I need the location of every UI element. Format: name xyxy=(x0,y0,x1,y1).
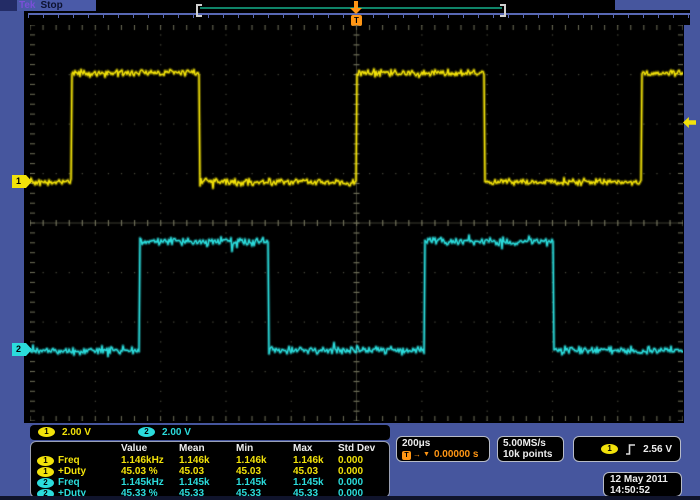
measurement-row-name: 1 +Duty xyxy=(33,466,121,477)
measurement-mean: 1.146k xyxy=(179,455,236,466)
bottom-edge xyxy=(0,496,700,500)
channel1-scale: 2.00 V xyxy=(62,427,91,438)
acquisition-status: Stop xyxy=(41,0,63,11)
rising-edge-slope-icon xyxy=(625,443,636,456)
acquisition-readout: 5.00MS/s 10k points xyxy=(497,436,564,462)
status-bar: Tek Stop xyxy=(17,0,96,11)
column-header-min: Min xyxy=(236,443,293,455)
measurement-row-name: 2 Freq xyxy=(33,477,121,488)
record-length: 10k points xyxy=(503,449,563,460)
measurement-value: 45.03 % xyxy=(121,466,179,477)
column-header-mean: Mean xyxy=(179,443,236,455)
measurement-value: 1.146kHz xyxy=(121,455,179,466)
column-header-stddev: Std Dev xyxy=(338,443,391,455)
measurement-stddev: 0.000 xyxy=(338,455,391,466)
trigger-source-badge: 1 xyxy=(601,444,618,454)
measurement-min: 1.146k xyxy=(236,455,293,466)
sample-rate: 5.00MS/s xyxy=(503,438,563,449)
time-value: 14:50:52 xyxy=(610,485,681,496)
channel1-badge: 1 xyxy=(37,467,54,477)
measurement-min: 45.03 xyxy=(236,466,293,477)
measurement-row-name: 1 Freq xyxy=(33,455,121,466)
measurement-mean: 45.03 xyxy=(179,466,236,477)
measurement-max: 45.03 xyxy=(293,466,338,477)
datetime-readout: 12 May 2011 14:50:52 xyxy=(603,472,682,497)
top-left-corner xyxy=(0,0,17,11)
channel2-badge: 2 xyxy=(37,478,54,488)
channel2-badge[interactable]: 2 xyxy=(138,427,155,437)
trigger-level-arrow-icon[interactable] xyxy=(683,117,696,128)
column-header-value: Value xyxy=(121,443,179,455)
column-header-max: Max xyxy=(293,443,338,455)
measurement-name: +Duty xyxy=(58,466,86,477)
record-window-left-bracket xyxy=(196,4,202,17)
trigger-position-arrow-icon[interactable] xyxy=(350,8,362,14)
date-value: 12 May 2011 xyxy=(610,474,681,485)
timebase-delay-row: T → ▼ 0.00000 s xyxy=(402,449,489,461)
tek-logo: Tek xyxy=(17,0,36,11)
trigger-level-value: 2.56 V xyxy=(643,444,672,455)
trigger-readout[interactable]: 1 2.56 V xyxy=(573,436,681,462)
measurement-panel: Value Mean Min Max Std Dev 1 Freq 1.146k… xyxy=(30,441,390,498)
oscilloscope-screen: Tek Stop T 1 2 1 2.00 V 2 2.00 V Value M… xyxy=(0,0,700,500)
measurement-min: 1.145k xyxy=(236,477,293,488)
timebase-delay-value: 0.00000 s xyxy=(434,449,479,461)
measurement-corner-cell xyxy=(33,443,121,455)
timebase-readout[interactable]: 200μs T → ▼ 0.00000 s xyxy=(396,436,490,462)
waveform-canvas xyxy=(30,25,683,421)
channel2-scale: 2.00 V xyxy=(162,427,191,438)
measurement-stddev: 0.000 xyxy=(338,477,391,488)
channel1-badge: 1 xyxy=(37,456,54,466)
measurement-max: 1.145k xyxy=(293,477,338,488)
channel1-badge[interactable]: 1 xyxy=(38,427,55,437)
measurement-value: 1.145kHz xyxy=(121,477,179,488)
record-window-right-bracket xyxy=(500,4,506,17)
measurement-mean: 1.145k xyxy=(179,477,236,488)
trigger-position-stem-icon[interactable] xyxy=(354,1,358,8)
measurement-name: Freq xyxy=(58,477,80,488)
trigger-delay-icon: T xyxy=(402,451,411,460)
measurement-stddev: 0.000 xyxy=(338,466,391,477)
arrow-right-icon: → xyxy=(413,449,421,461)
measurement-name: Freq xyxy=(58,455,80,466)
measurement-max: 1.146k xyxy=(293,455,338,466)
marker-down-icon: ▼ xyxy=(423,449,430,461)
timebase-scale: 200μs xyxy=(402,438,489,449)
channel-scale-bar[interactable]: 1 2.00 V 2 2.00 V xyxy=(30,425,390,440)
